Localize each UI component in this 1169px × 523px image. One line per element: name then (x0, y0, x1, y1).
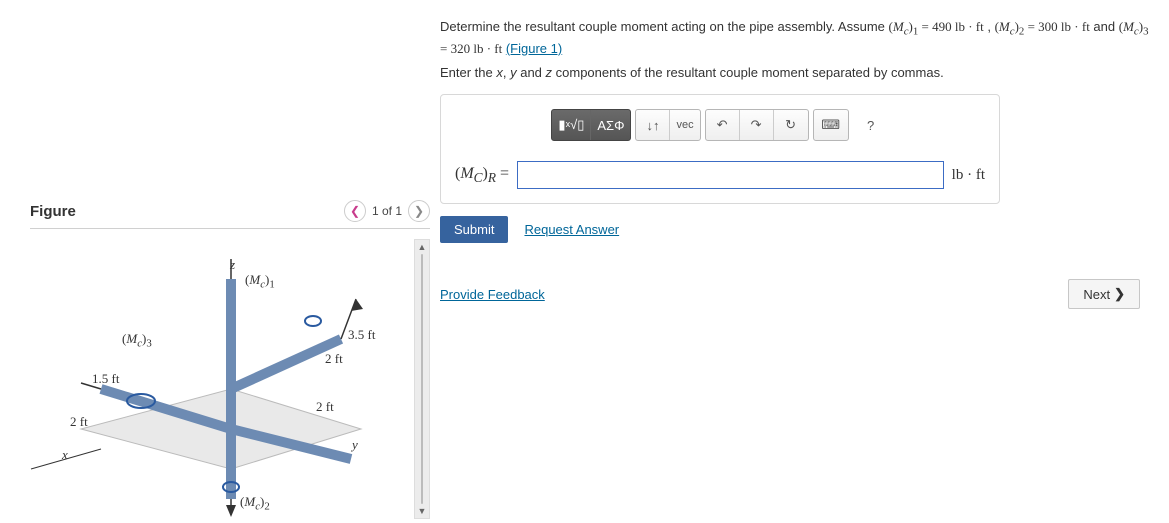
scroll-down-icon: ▼ (418, 506, 427, 516)
submit-button[interactable]: Submit (440, 216, 508, 243)
pager-prev-button[interactable]: ❮ (344, 200, 366, 222)
answer-unit: lb · ft (952, 167, 985, 184)
subscript-button[interactable]: ↓↑ (636, 110, 670, 140)
answer-lhs: (MC)R = (455, 165, 509, 186)
chevron-right-icon: ❯ (1114, 286, 1125, 302)
mc2-label: (Mc)2 (240, 494, 270, 513)
provide-feedback-link[interactable]: Provide Feedback (440, 287, 545, 302)
problem-statement: Determine the resultant couple moment ac… (440, 18, 1159, 58)
mc1-label: (Mc)1 (245, 272, 275, 291)
instruction-line: Enter the x, y and z components of the r… (440, 64, 1159, 82)
redo-icon: ↷ (751, 117, 762, 133)
templates-button[interactable]: ▮x√▯ (552, 110, 591, 140)
axis-z-label: z (230, 257, 235, 273)
redo-button[interactable]: ↷ (740, 110, 774, 140)
pipe-diagram (30, 239, 412, 519)
keyboard-button[interactable]: ⌨ (814, 110, 848, 140)
figure-pane: z (Mc)1 (Mc)3 (Mc)2 3.5 ft 2 ft 2 ft 2 f… (30, 239, 430, 519)
mc3-label: (Mc)3 (122, 331, 152, 350)
axis-y-label: y (352, 437, 358, 453)
dim-35: 3.5 ft (348, 327, 375, 343)
scroll-up-icon: ▲ (418, 242, 427, 252)
next-button[interactable]: Next❯ (1068, 279, 1140, 309)
dim-2c: 2 ft (70, 414, 88, 430)
dim-2b: 2 ft (316, 399, 334, 415)
figure-link[interactable]: (Figure 1) (506, 41, 562, 56)
vec-button[interactable]: vec (670, 110, 699, 140)
undo-button[interactable]: ↶ (706, 110, 740, 140)
figure-title: Figure (30, 203, 76, 220)
axis-x-label: x (62, 447, 68, 463)
dim-2a: 2 ft (325, 351, 343, 367)
request-answer-link[interactable]: Request Answer (524, 222, 619, 237)
greek-button[interactable]: ΑΣΦ (591, 110, 630, 140)
reset-icon: ↻ (785, 117, 796, 133)
template-icon: ▮x√▯ (558, 117, 584, 133)
input-toolbar: ▮x√▯ ΑΣΦ ↓↑ vec ↶ ↷ ↻ ⌨ ? (455, 109, 985, 141)
scroll-thumb[interactable] (421, 254, 423, 504)
answer-input[interactable] (517, 161, 944, 189)
keyboard-icon: ⌨ (821, 117, 840, 133)
pager-text: 1 of 1 (372, 204, 402, 218)
dim-15: 1.5 ft (92, 371, 119, 387)
undo-icon: ↶ (717, 117, 728, 133)
pager-next-button[interactable]: ❯ (408, 200, 430, 222)
figure-scrollbar[interactable]: ▲ ▼ (414, 239, 430, 519)
help-button[interactable]: ? (853, 110, 889, 140)
reset-button[interactable]: ↻ (774, 110, 808, 140)
figure-pager: ❮ 1 of 1 ❯ (344, 200, 430, 222)
answer-area: ▮x√▯ ΑΣΦ ↓↑ vec ↶ ↷ ↻ ⌨ ? (MC)R = (440, 94, 1000, 204)
